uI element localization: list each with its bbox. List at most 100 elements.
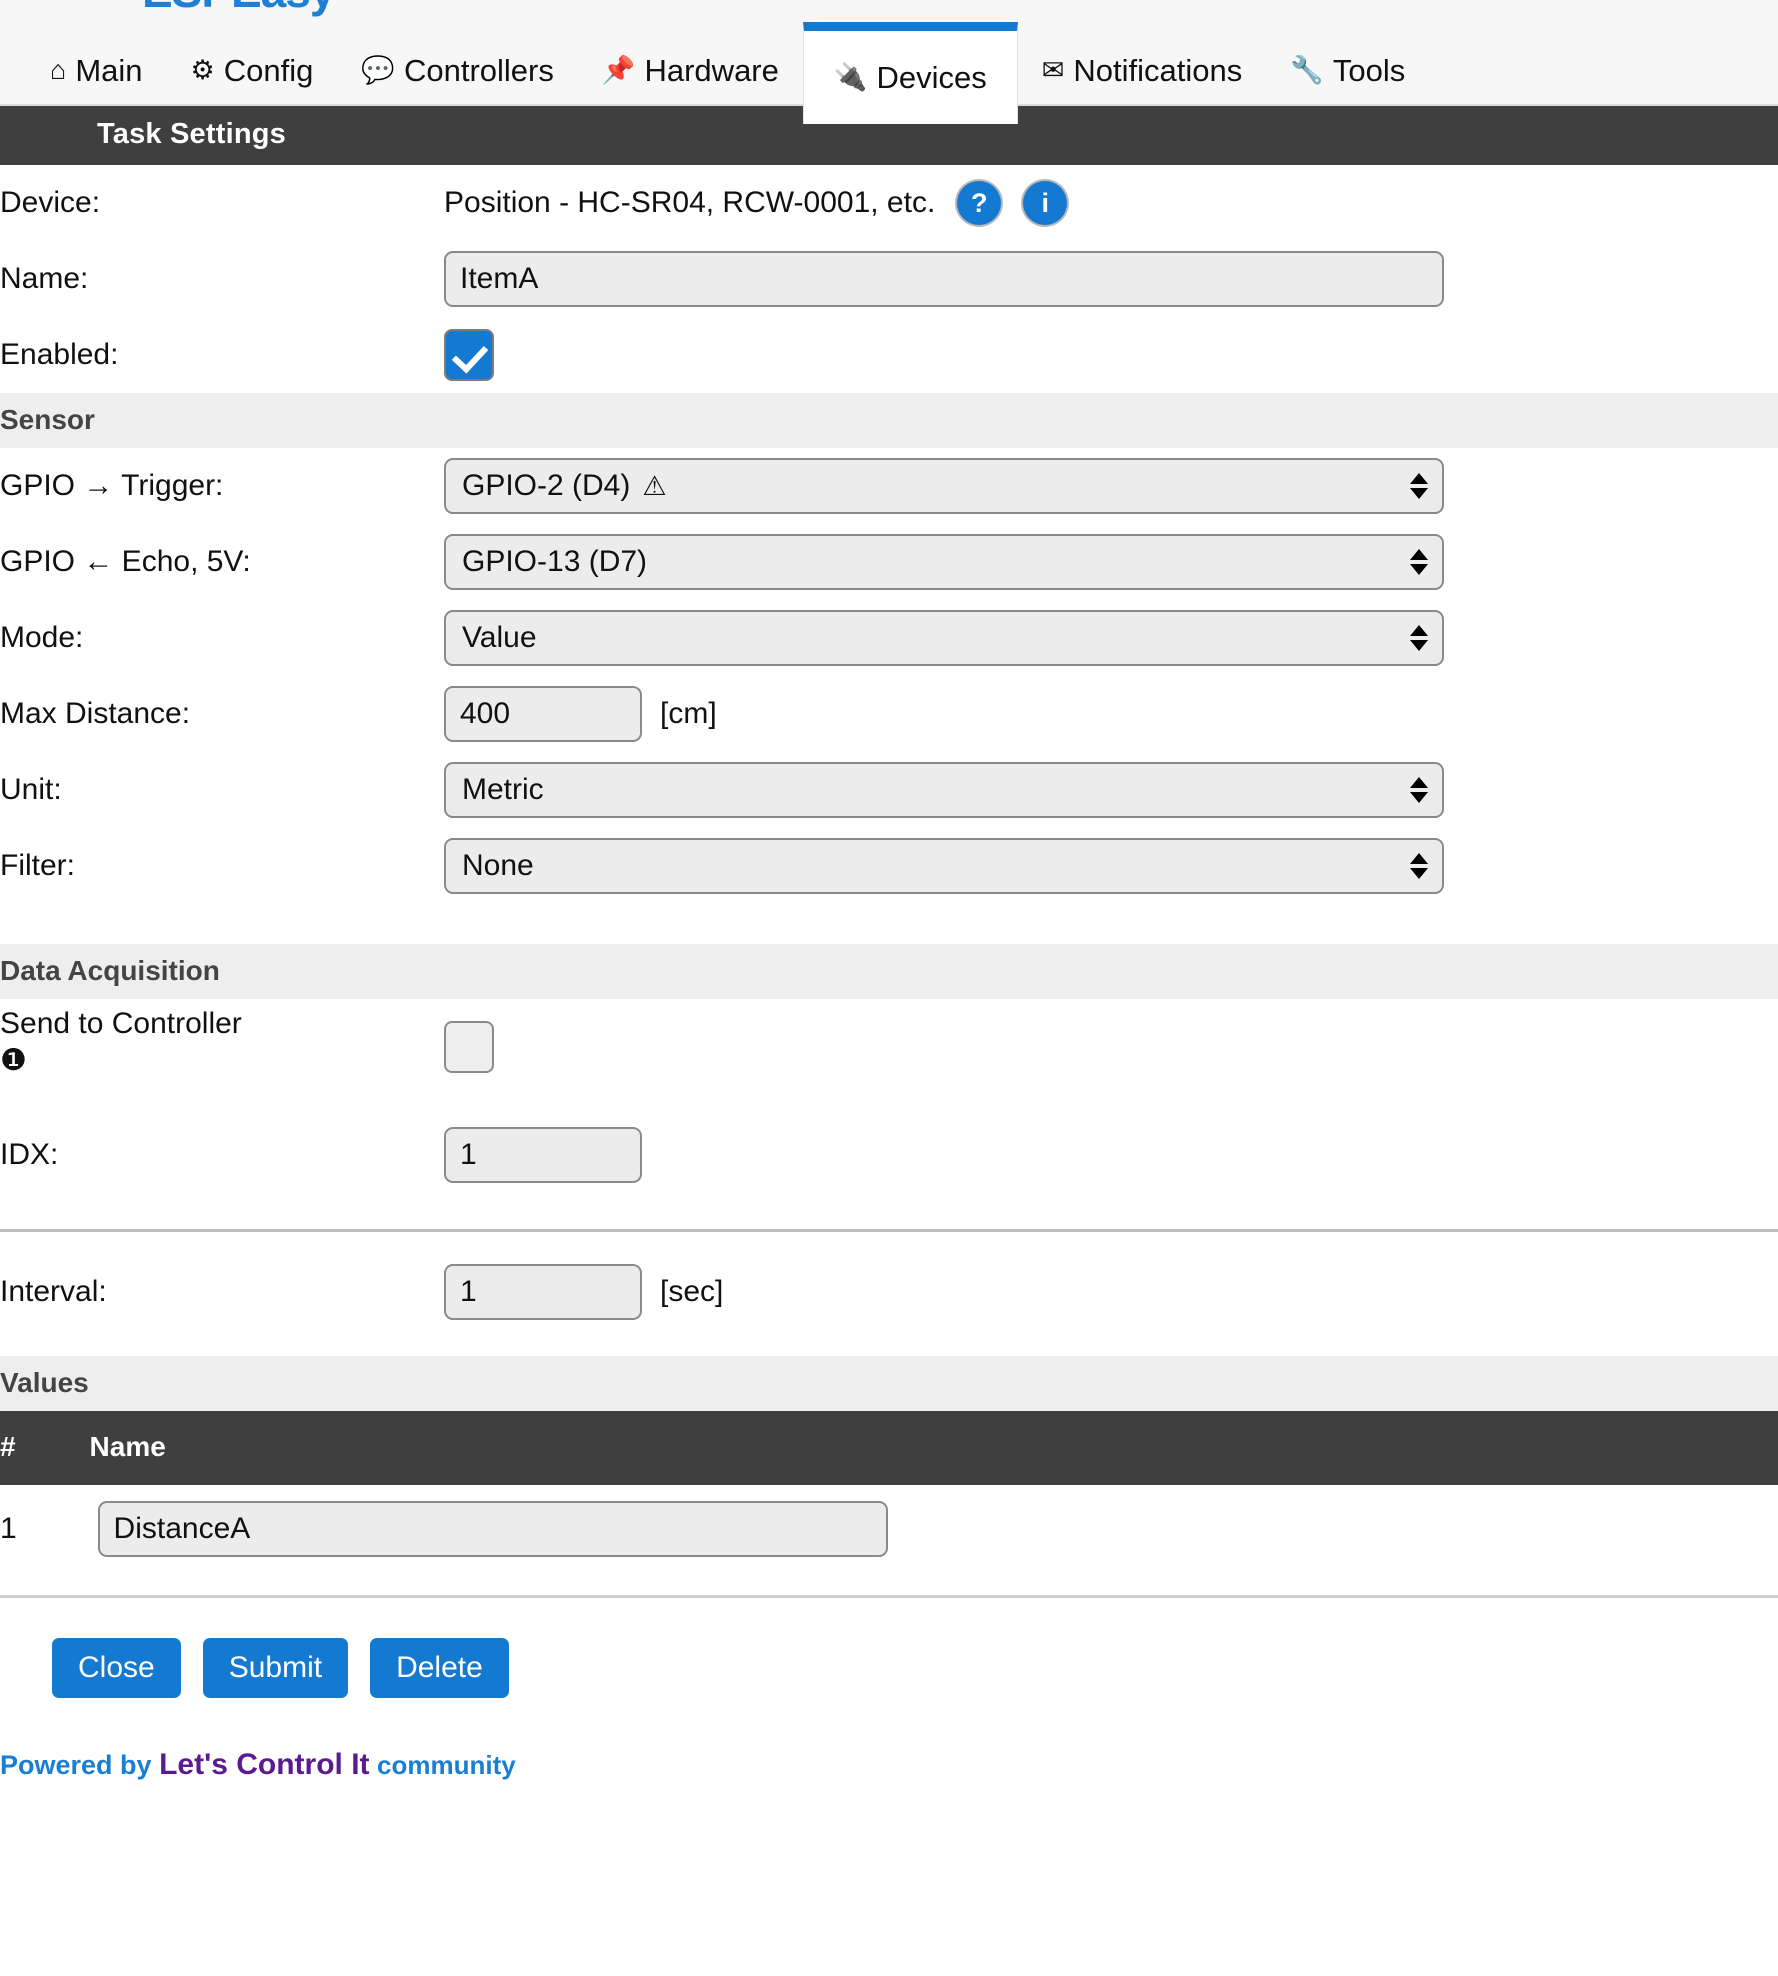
row-send-to-controller: Send to Controller ❶	[0, 999, 1778, 1117]
value-row-name-cell	[90, 1485, 1778, 1573]
interval-input[interactable]	[444, 1264, 642, 1320]
brand-logo-text: ESPEasy	[142, 0, 335, 18]
row-max-distance: Max Distance: [cm]	[0, 676, 1778, 752]
close-button[interactable]: Close	[52, 1638, 181, 1698]
gpio-echo-select[interactable]: GPIO-13 (D7)	[444, 534, 1444, 590]
footer-community-link[interactable]: community	[377, 1750, 516, 1780]
unit-select[interactable]: Metric	[444, 762, 1444, 818]
tab-notifications-label: Notifications	[1073, 53, 1243, 88]
tab-main[interactable]: ⌂ Main	[26, 55, 167, 104]
gpio-trigger-label: GPIO → Trigger:	[0, 469, 224, 502]
table-row: 1	[0, 1485, 1778, 1573]
values-table: # Name 1	[0, 1411, 1778, 1573]
tab-tools[interactable]: 🔧 Tools	[1266, 55, 1429, 104]
footer-powered-by: Powered by	[0, 1750, 152, 1780]
tab-config[interactable]: ⚙ Config	[167, 55, 338, 104]
home-icon: ⌂	[50, 55, 67, 85]
row-mode: Mode: Value	[0, 600, 1778, 676]
chevron-updown-icon	[1410, 853, 1428, 879]
main-navbar: ⌂ Main ⚙ Config 💬 Controllers 📌 Hardware…	[0, 22, 1778, 124]
gear-icon: ⚙	[190, 55, 215, 85]
tab-config-label: Config	[223, 53, 314, 88]
enabled-label: Enabled:	[0, 338, 119, 371]
tab-controllers-label: Controllers	[403, 53, 554, 88]
chevron-updown-icon	[1410, 777, 1428, 803]
value-row-index: 1	[0, 1512, 17, 1545]
interval-unit: [sec]	[660, 1275, 724, 1308]
row-device: Device: Position - HC-SR04, RCW-0001, et…	[0, 165, 1778, 241]
tab-hardware[interactable]: 📌 Hardware	[578, 55, 803, 104]
row-enabled: Enabled:	[0, 317, 1778, 393]
values-col-index: #	[0, 1411, 90, 1485]
send-to-controller-checkbox[interactable]	[444, 1021, 494, 1073]
tab-devices[interactable]: 🔌 Devices	[802, 22, 1018, 124]
unit-value: Metric	[462, 773, 544, 806]
envelope-icon: ✉	[1041, 55, 1065, 85]
values-section-header: Values	[0, 1356, 1778, 1411]
chevron-updown-icon	[1410, 473, 1428, 499]
mode-label: Mode:	[0, 621, 84, 654]
unit-label: Unit:	[0, 773, 62, 806]
nav-tab-list: ⌂ Main ⚙ Config 💬 Controllers 📌 Hardware…	[0, 22, 1778, 124]
info-icon[interactable]: i	[1023, 181, 1068, 225]
controller-index-badge: ❶	[0, 1044, 27, 1077]
plug-icon: 🔌	[833, 62, 868, 92]
gpio-trigger-select[interactable]: GPIO-2 (D4) ⚠	[444, 458, 1444, 514]
chevron-updown-icon	[1410, 549, 1428, 575]
delete-button[interactable]: Delete	[370, 1638, 509, 1698]
tab-main-label: Main	[75, 53, 143, 88]
task-name-input[interactable]	[444, 251, 1444, 307]
row-gpio-trigger: GPIO → Trigger: GPIO-2 (D4) ⚠	[0, 448, 1778, 524]
device-value: Position - HC-SR04, RCW-0001, etc.	[444, 186, 936, 219]
sensor-section-header: Sensor	[0, 393, 1778, 448]
filter-label: Filter:	[0, 849, 75, 882]
values-table-body: 1	[0, 1485, 1778, 1573]
row-gpio-echo: GPIO ← Echo, 5V: GPIO-13 (D7)	[0, 524, 1778, 600]
footer-brand-link[interactable]: Let's Control It	[159, 1748, 369, 1781]
gpio-echo-value: GPIO-13 (D7)	[462, 545, 648, 578]
max-distance-input[interactable]	[444, 686, 642, 742]
row-name: Name:	[0, 241, 1778, 317]
gpio-trigger-value: GPIO-2 (D4)	[462, 469, 631, 502]
data-acquisition-section-header: Data Acquisition	[0, 944, 1778, 999]
send-to-controller-text: Send to Controller	[0, 1007, 242, 1040]
warning-icon: ⚠	[642, 470, 667, 501]
mode-value: Value	[462, 621, 537, 654]
name-label: Name:	[0, 262, 89, 295]
tab-controllers[interactable]: 💬 Controllers	[337, 55, 578, 104]
pushpin-icon: 📌	[601, 55, 636, 85]
mode-select[interactable]: Value	[444, 610, 1444, 666]
page-root: ESPEasy ⌂ Main ⚙ Config 💬 Controllers 📌 …	[0, 0, 1778, 1782]
submit-button[interactable]: Submit	[202, 1638, 349, 1698]
filter-value: None	[462, 849, 534, 882]
chevron-updown-icon	[1410, 625, 1428, 651]
device-value-group: Position - HC-SR04, RCW-0001, etc. ? i	[444, 181, 1068, 225]
values-header-row: # Name	[0, 1411, 1778, 1485]
row-unit: Unit: Metric	[0, 752, 1778, 828]
idx-label: IDX:	[0, 1138, 59, 1171]
values-col-name: Name	[89, 1411, 1778, 1485]
help-icon[interactable]: ?	[957, 181, 1002, 225]
tab-hardware-label: Hardware	[644, 53, 779, 88]
tab-notifications[interactable]: ✉ Notifications	[1018, 55, 1266, 104]
values-table-head: # Name	[0, 1411, 1778, 1485]
row-filter: Filter: None	[0, 828, 1778, 904]
speech-bubble-icon: 💬	[361, 55, 395, 85]
row-interval: Interval: [sec]	[0, 1254, 1778, 1330]
brand-logo-strip: ESPEasy	[0, 0, 1778, 22]
device-label: Device:	[0, 186, 101, 219]
tab-devices-label: Devices	[876, 60, 987, 95]
tab-tools-label: Tools	[1332, 53, 1406, 88]
page-footer: Powered by Let's Control It community	[0, 1698, 1778, 1782]
send-to-controller-label: Send to Controller ❶	[0, 1007, 444, 1080]
max-distance-label: Max Distance:	[0, 697, 191, 730]
max-distance-unit: [cm]	[660, 697, 717, 730]
filter-select[interactable]: None	[444, 838, 1444, 894]
interval-label: Interval:	[0, 1275, 107, 1308]
action-button-row: Close Submit Delete	[0, 1598, 1778, 1698]
idx-input[interactable]	[444, 1127, 642, 1183]
value-name-input[interactable]	[97, 1501, 888, 1557]
wrench-icon: 🔧	[1290, 55, 1324, 85]
row-idx: IDX:	[0, 1117, 1778, 1193]
enabled-checkbox[interactable]	[444, 329, 494, 381]
